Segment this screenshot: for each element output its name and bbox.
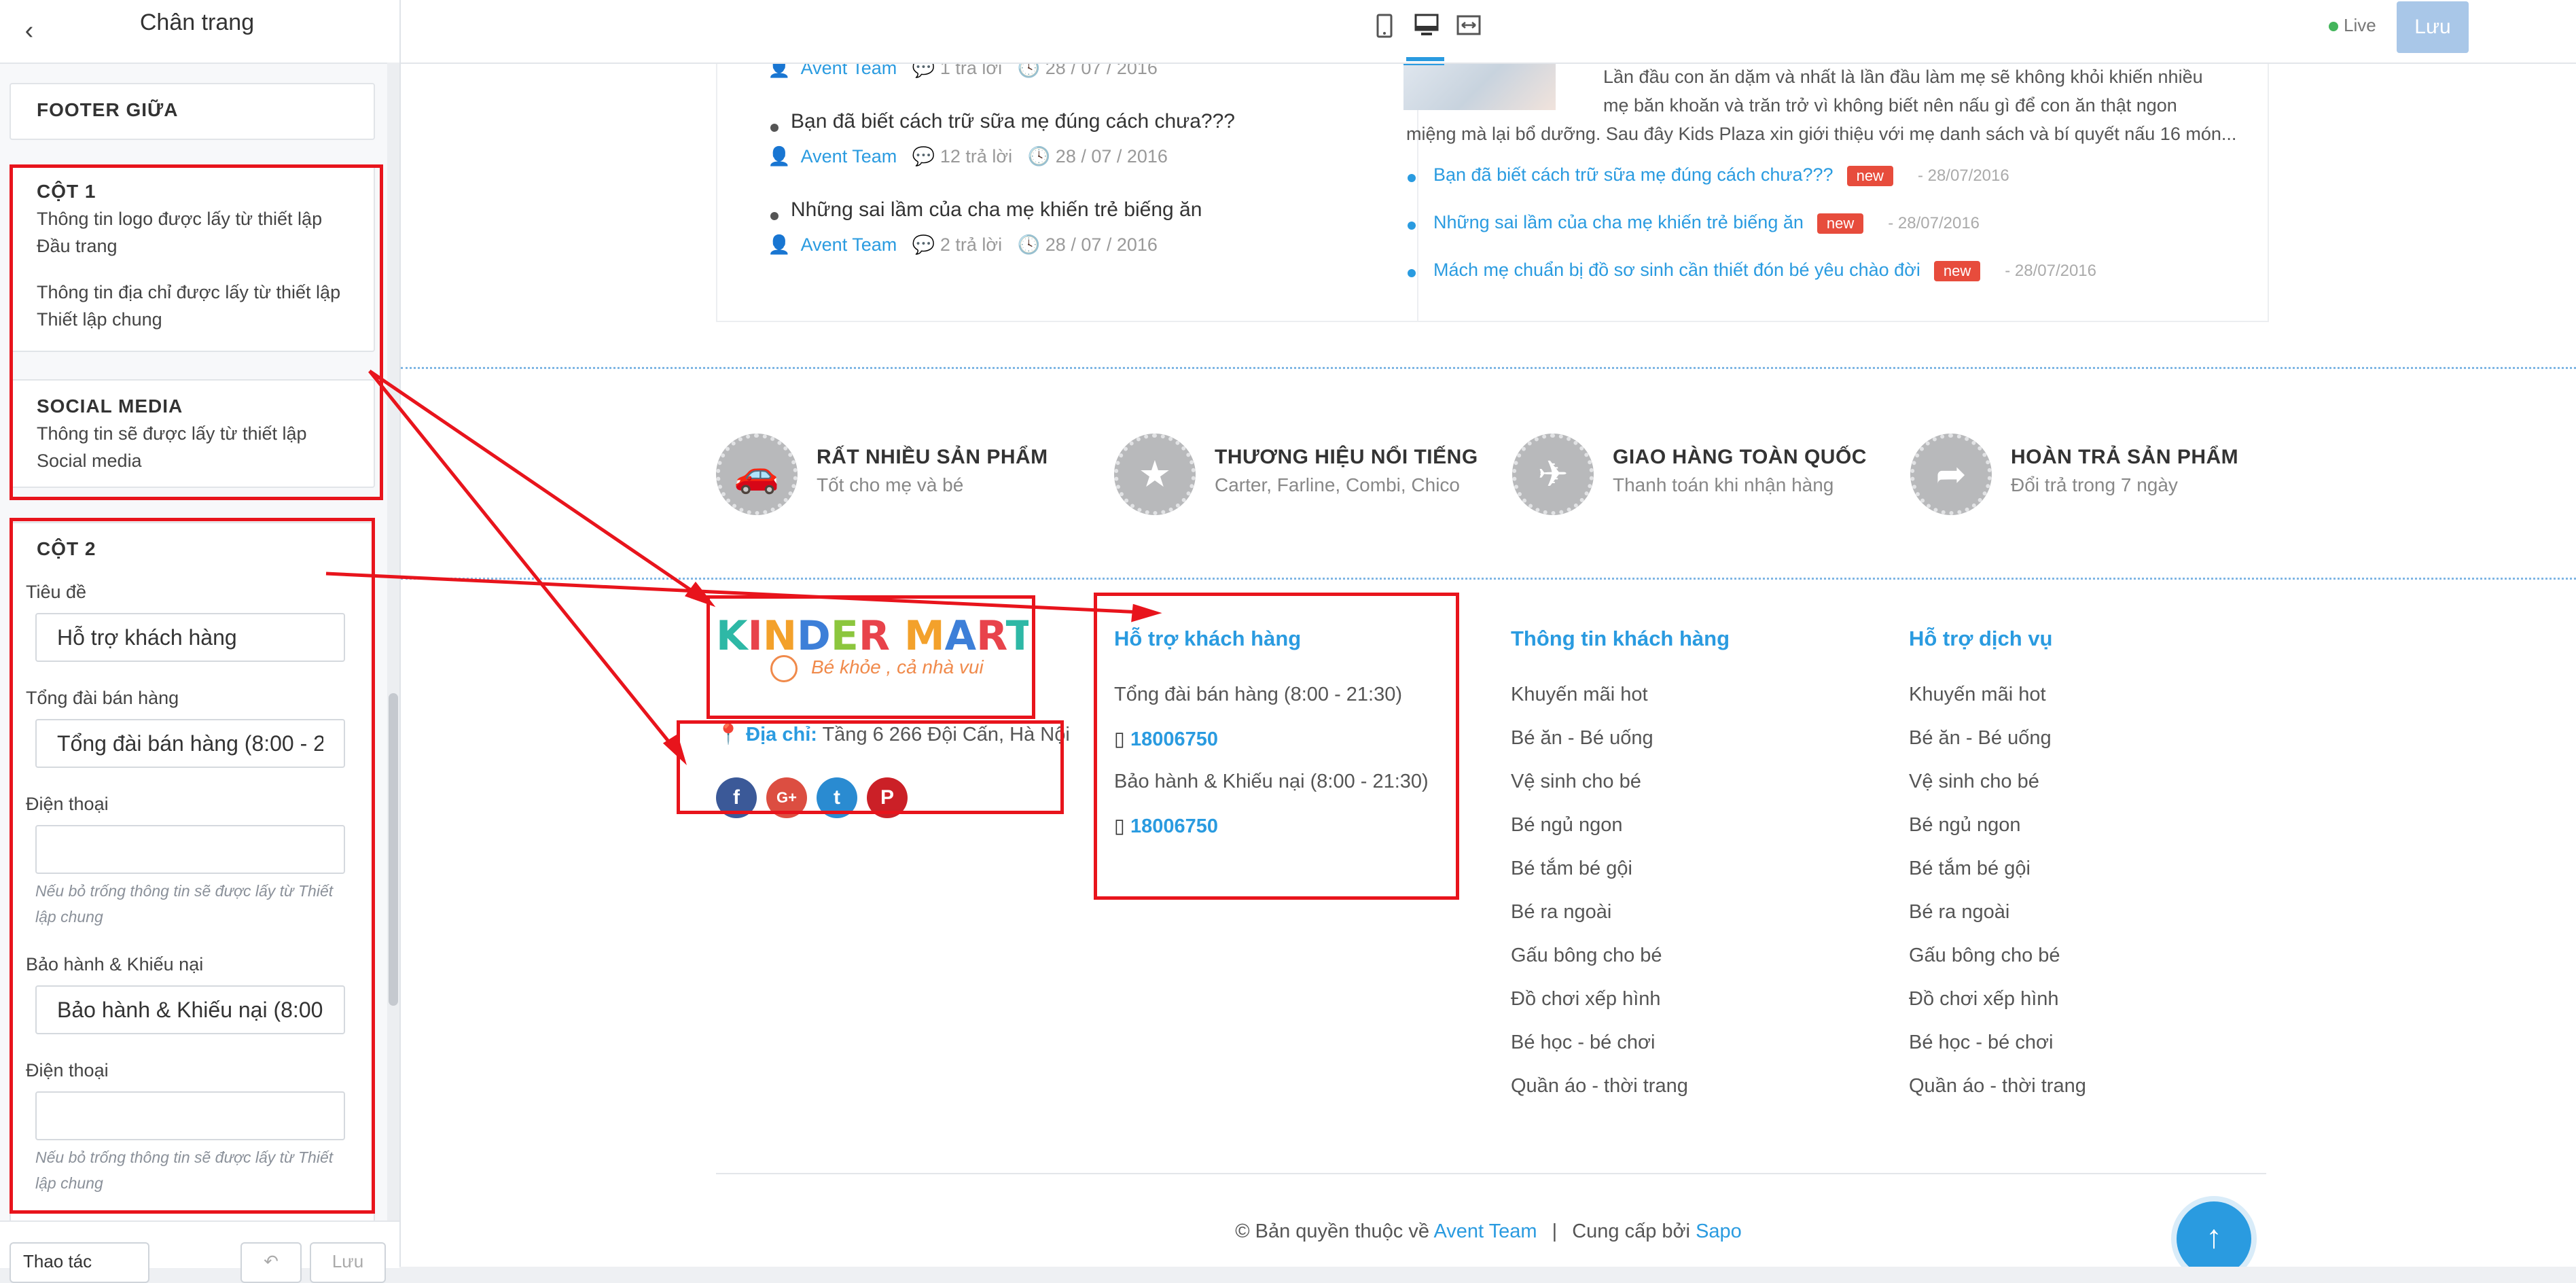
- annotation-arrows: [325, 369, 1162, 765]
